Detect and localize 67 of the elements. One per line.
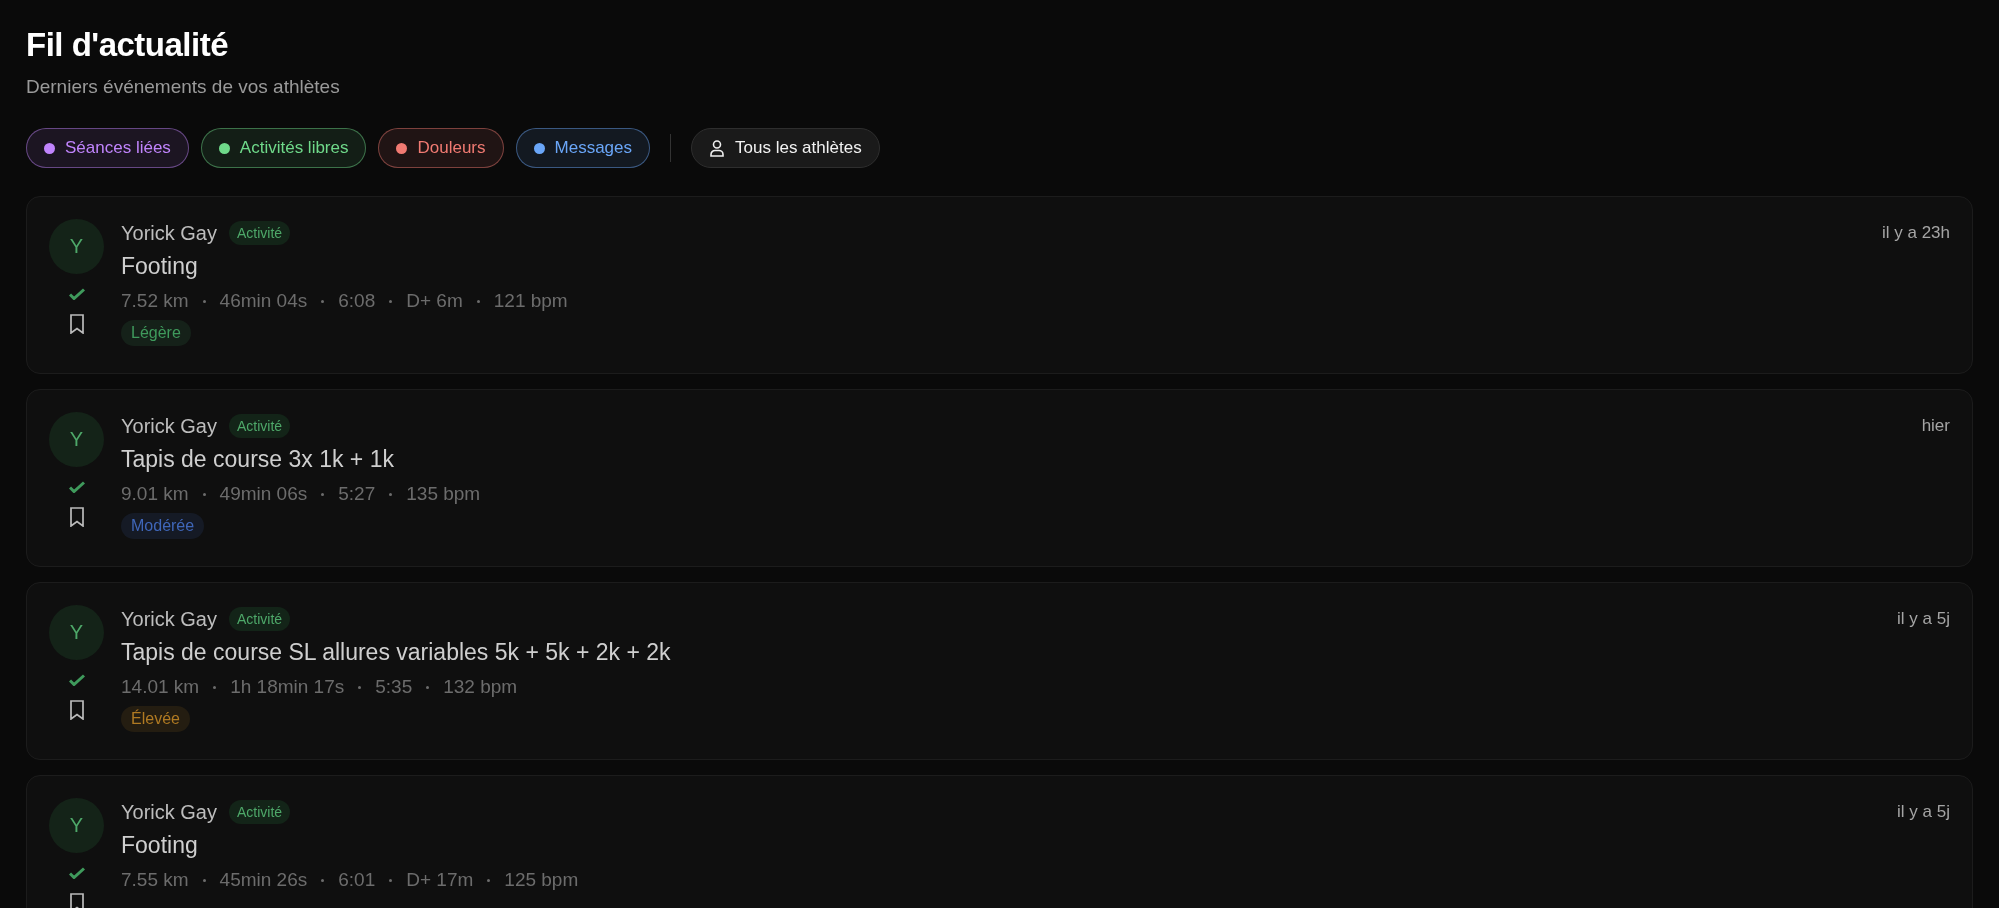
separator-dot <box>389 878 393 882</box>
filter-chip[interactable]: Séances liées <box>26 128 189 168</box>
timestamp: hier <box>1921 416 1950 436</box>
timestamp: il y a 5j <box>1897 609 1950 629</box>
separator-dot <box>321 878 325 882</box>
activity-badge: Activité <box>228 414 291 438</box>
filter-chip[interactable]: Messages <box>515 128 650 168</box>
page-title: Fil d'actualité <box>26 26 230 64</box>
timestamp: il y a 5j <box>1897 802 1950 822</box>
filter-chip[interactable]: Activités libres <box>200 128 367 168</box>
separator-dot <box>389 492 393 496</box>
activity-stat: 45min 26s <box>219 869 308 891</box>
activity-badge: Activité <box>228 607 291 631</box>
timestamp: il y a 23h <box>1881 223 1950 243</box>
activity-stat: 9.01 km <box>121 483 189 505</box>
page-subtitle: Derniers événements de vos athlètes <box>26 76 341 98</box>
activity-stat: 5:27 <box>338 483 376 505</box>
check-icon <box>68 288 85 300</box>
activity-stat: 121 bpm <box>493 290 568 312</box>
separator-dot <box>202 299 206 303</box>
separator-dot <box>213 685 217 689</box>
separator-dot <box>389 299 393 303</box>
separator-dot <box>321 492 325 496</box>
separator-dot <box>358 685 362 689</box>
activity-title: Tapis de course 3x 1k + 1k <box>121 446 394 473</box>
activity-stat: 125 bpm <box>504 869 579 891</box>
activity-stat: 5:35 <box>375 676 413 698</box>
separator-dot <box>202 492 206 496</box>
check-icon <box>68 481 85 493</box>
activity-title: Footing <box>121 253 198 280</box>
separator-dot <box>487 878 491 882</box>
activity-stat: 49min 06s <box>219 483 308 505</box>
separator-dot <box>426 685 430 689</box>
intensity-tag: Élevée <box>121 706 190 732</box>
filter-chip[interactable]: Douleurs <box>378 128 504 168</box>
activity-stat: 7.55 km <box>121 869 189 891</box>
activity-stat: 6:08 <box>338 290 376 312</box>
activity-stat: D+ 6m <box>406 290 463 312</box>
athlete-name: Yorick Gay <box>121 800 217 824</box>
avatar: Y <box>49 798 104 853</box>
activity-badge: Activité <box>228 221 291 245</box>
check-icon <box>68 674 85 686</box>
activity-stat: 135 bpm <box>406 483 481 505</box>
check-icon <box>68 867 85 879</box>
separator-dot <box>202 878 206 882</box>
activity-stat: 132 bpm <box>443 676 518 698</box>
activity-stat: 1h 18min 17s <box>230 676 345 698</box>
intensity-tag: Modérée <box>121 513 205 539</box>
activity-title: Footing <box>121 832 198 859</box>
activity-stat: 14.01 km <box>121 676 200 698</box>
activity-stat: 6:01 <box>338 869 376 891</box>
avatar: Y <box>49 605 104 660</box>
activity-stat: 7.52 km <box>121 290 189 312</box>
activity-stat: D+ 17m <box>406 869 474 891</box>
activity-badge: Activité <box>228 800 291 824</box>
intensity-tag: Légère <box>121 320 191 346</box>
athlete-name: Yorick Gay <box>121 221 217 245</box>
avatar: Y <box>49 219 104 274</box>
athlete-filter-button[interactable]: Tous les athlètes <box>691 128 880 168</box>
person-icon <box>709 139 725 157</box>
avatar: Y <box>49 412 104 467</box>
activity-stat: 46min 04s <box>219 290 308 312</box>
separator-dot <box>321 299 325 303</box>
athlete-name: Yorick Gay <box>121 414 217 438</box>
separator-dot <box>476 299 480 303</box>
activity-title: Tapis de course SL allures variables 5k + 5k + 2k + 2k <box>121 639 671 666</box>
athlete-name: Yorick Gay <box>121 607 217 631</box>
